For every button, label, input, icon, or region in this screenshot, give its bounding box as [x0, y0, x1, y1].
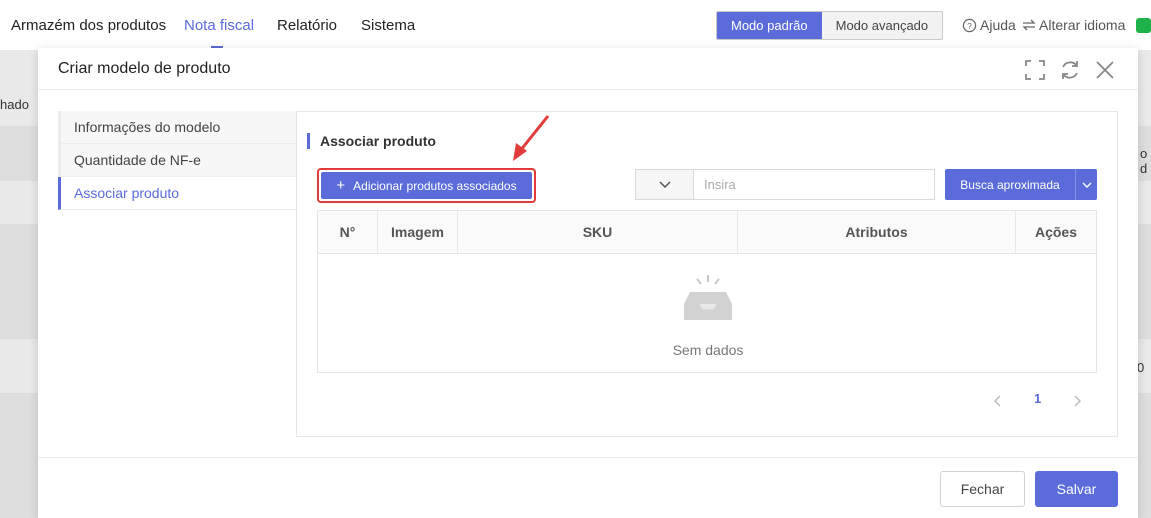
change-language-link[interactable]: Alterar idioma — [1022, 17, 1125, 33]
modal-footer: Fechar Salvar — [38, 457, 1138, 518]
background-fragment: o d — [1140, 146, 1148, 176]
nav-item-system[interactable]: Sistema — [361, 17, 415, 34]
search-field-select[interactable] — [635, 169, 694, 200]
create-product-template-modal: Criar modelo de produto Informações do m… — [38, 48, 1138, 518]
highlight-box: + Adicionar produtos associados — [317, 168, 536, 203]
svg-text:?: ? — [967, 20, 972, 30]
search-options-dropdown[interactable] — [1076, 169, 1097, 200]
menu-item-associate-product[interactable]: Associar produto — [58, 177, 297, 210]
modal-title: Criar modelo de produto — [58, 60, 231, 77]
column-header-number: N° — [318, 211, 378, 253]
mode-standard-button[interactable]: Modo padrão — [717, 12, 822, 39]
refresh-icon[interactable] — [1058, 58, 1082, 82]
associated-products-table: N° Imagem SKU Atributos Ações Sem dados — [317, 210, 1097, 373]
mode-advanced-button[interactable]: Modo avançado — [821, 12, 943, 39]
help-icon: ? — [962, 18, 977, 32]
fullscreen-icon[interactable] — [1023, 58, 1047, 82]
search-input[interactable]: Insira — [694, 169, 935, 200]
previous-page-icon[interactable] — [994, 395, 1002, 407]
current-page-number[interactable]: 1 — [1034, 391, 1041, 406]
column-header-actions: Ações — [1034, 224, 1078, 240]
modal-side-menu: Informações do modelo Quantidade de NF-e… — [58, 111, 297, 210]
mode-toggle-group: Modo padrão Modo avançado — [716, 11, 944, 40]
next-page-icon[interactable] — [1073, 395, 1081, 407]
empty-state-text: Sem dados — [672, 342, 744, 358]
swap-icon — [1022, 19, 1036, 31]
nav-item-products-warehouse[interactable]: Armazém dos produtos — [11, 17, 166, 34]
close-button[interactable]: Fechar — [940, 471, 1025, 507]
add-associated-products-button[interactable]: + Adicionar produtos associados — [321, 172, 532, 199]
plus-icon: + — [336, 177, 346, 194]
background-column-fragment: hado — [0, 97, 29, 112]
change-language-label: Alterar idioma — [1039, 17, 1126, 33]
add-button-label: Adicionar produtos associados — [353, 178, 517, 193]
fuzzy-search-button[interactable]: Busca aproximada — [945, 169, 1076, 200]
section-title: Associar produto — [307, 133, 436, 149]
chevron-down-icon — [658, 180, 671, 188]
top-navigation-bar: Armazém dos produtos Nota fiscal Relatór… — [0, 0, 1151, 50]
save-button[interactable]: Salvar — [1035, 471, 1118, 507]
empty-inbox-icon — [684, 275, 732, 320]
nav-item-invoice[interactable]: Nota fiscal — [184, 17, 254, 34]
phone-icon[interactable] — [1136, 18, 1151, 33]
chevron-down-icon — [1082, 182, 1091, 188]
nav-item-report[interactable]: Relatório — [277, 17, 337, 34]
menu-item-nfe-quantity[interactable]: Quantidade de NF-e — [58, 144, 297, 177]
help-link[interactable]: ? Ajuda — [962, 17, 1016, 33]
column-header-attributes: Atributos — [738, 211, 1016, 253]
background-fragment: 0 — [1137, 360, 1145, 375]
column-header-image: Imagem — [378, 211, 458, 253]
table-header: N° Imagem SKU Atributos Ações — [318, 211, 1096, 254]
modal-header: Criar modelo de produto — [38, 48, 1138, 90]
fuzzy-search-button-group: Busca aproximada — [945, 169, 1097, 200]
menu-item-template-info[interactable]: Informações do modelo — [58, 111, 297, 144]
annotation-arrow — [513, 115, 550, 161]
search-group: Insira — [635, 169, 935, 200]
close-icon[interactable] — [1093, 58, 1117, 82]
column-header-sku: SKU — [458, 211, 738, 253]
help-label: Ajuda — [980, 17, 1016, 33]
associate-product-panel: Associar produto + Adicionar produtos as… — [296, 111, 1118, 437]
